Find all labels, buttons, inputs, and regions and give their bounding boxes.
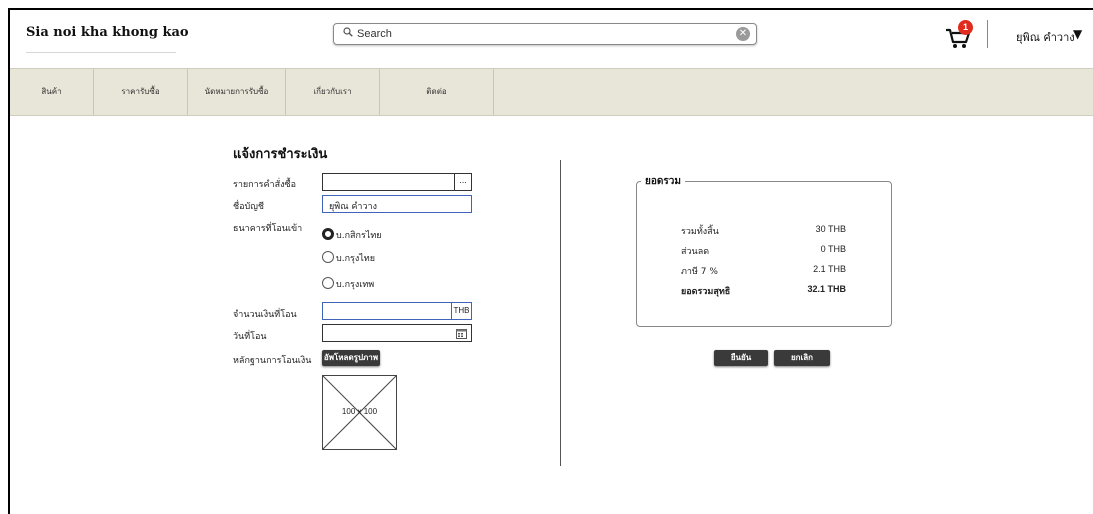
summary-box [636,181,892,327]
search-icon [343,27,353,37]
radio-unselected[interactable] [322,251,334,263]
cancel-button[interactable]: ยกเลิก [774,350,830,366]
bank-option-label: บ.กรุงไทย [336,254,375,264]
summary-title: ยอดรวม [641,174,685,189]
vertical-divider [560,160,561,466]
order-field[interactable]: ... [322,173,472,191]
nav-item-appointment[interactable]: นัดหมายการรับซื้อ [188,69,286,115]
summary-row-label: รวมทั้งสิ้น [681,227,719,237]
calendar-icon[interactable] [456,328,467,339]
amount-label: จำนวนเงินที่โอน [233,310,297,320]
upload-image-button[interactable]: อัพโหลดรูปภาพ [322,350,380,366]
summary-row-value: 0 THB [820,244,846,254]
account-label: ชื่อบัญชี [233,202,265,212]
order-label: รายการคำสั่งซื้อ [233,180,296,190]
bank-option-label: บ.กรุงเทพ [336,280,375,290]
nav-item-products[interactable]: สินค้า [10,69,94,115]
summary-total-value: 32.1 THB [807,284,846,294]
summary-total-label: ยอดรวมสุทธิ [681,287,731,297]
order-browse-button[interactable]: ... [454,174,471,190]
image-placeholder: 100 x 100 [322,375,397,450]
page-title: แจ้งการชำระเงิน [233,147,328,162]
confirm-button[interactable]: ยืนยัน [714,350,768,366]
account-name-value: ยุพิณ คำวาง [329,202,377,212]
nav-item-buying-price[interactable]: ราคารับซื้อ [94,69,188,115]
search-input[interactable]: Search ✕ [333,23,757,45]
summary-row-label: ภาษี 7 % [681,267,718,277]
amount-field[interactable]: THB [322,302,472,320]
user-name[interactable]: ยุพิณ คำวาง [1016,28,1075,46]
app-title[interactable]: Sia noi kha khong kao [26,25,189,40]
title-underline [26,52,176,53]
summary-row-label: ส่วนลด [681,247,710,257]
clear-search-icon[interactable]: ✕ [736,27,750,41]
cart-count-badge: 1 [958,20,973,35]
image-placeholder-text: 100 x 100 [341,407,378,416]
account-name-field[interactable]: ยุพิณ คำวาง [322,195,472,213]
radio-unselected[interactable] [322,277,334,289]
nav-item-about[interactable]: เกี่ยวกับเรา [286,69,380,115]
proof-label: หลักฐานการโอนเงิน [233,356,312,366]
nav-item-contact[interactable]: ติดต่อ [380,69,494,115]
header-divider [987,20,988,48]
summary-row-value: 30 THB [815,224,846,234]
amount-unit: THB [451,303,471,319]
radio-selected[interactable] [322,228,334,240]
date-field[interactable] [322,324,472,342]
date-label: วันที่โอน [233,332,267,342]
cart-button[interactable]: 1 [944,20,978,50]
search-placeholder: Search [357,28,392,40]
bank-option-label: บ.กสิกรไทย [336,231,382,241]
user-menu-caret-icon[interactable]: ▼ [1073,27,1082,41]
bank-label: ธนาคารที่โอนเข้า [233,224,303,234]
summary-row-value: 2.1 THB [813,264,846,274]
main-nav: สินค้า ราคารับซื้อ นัดหมายการรับซื้อ เกี… [10,68,1093,116]
